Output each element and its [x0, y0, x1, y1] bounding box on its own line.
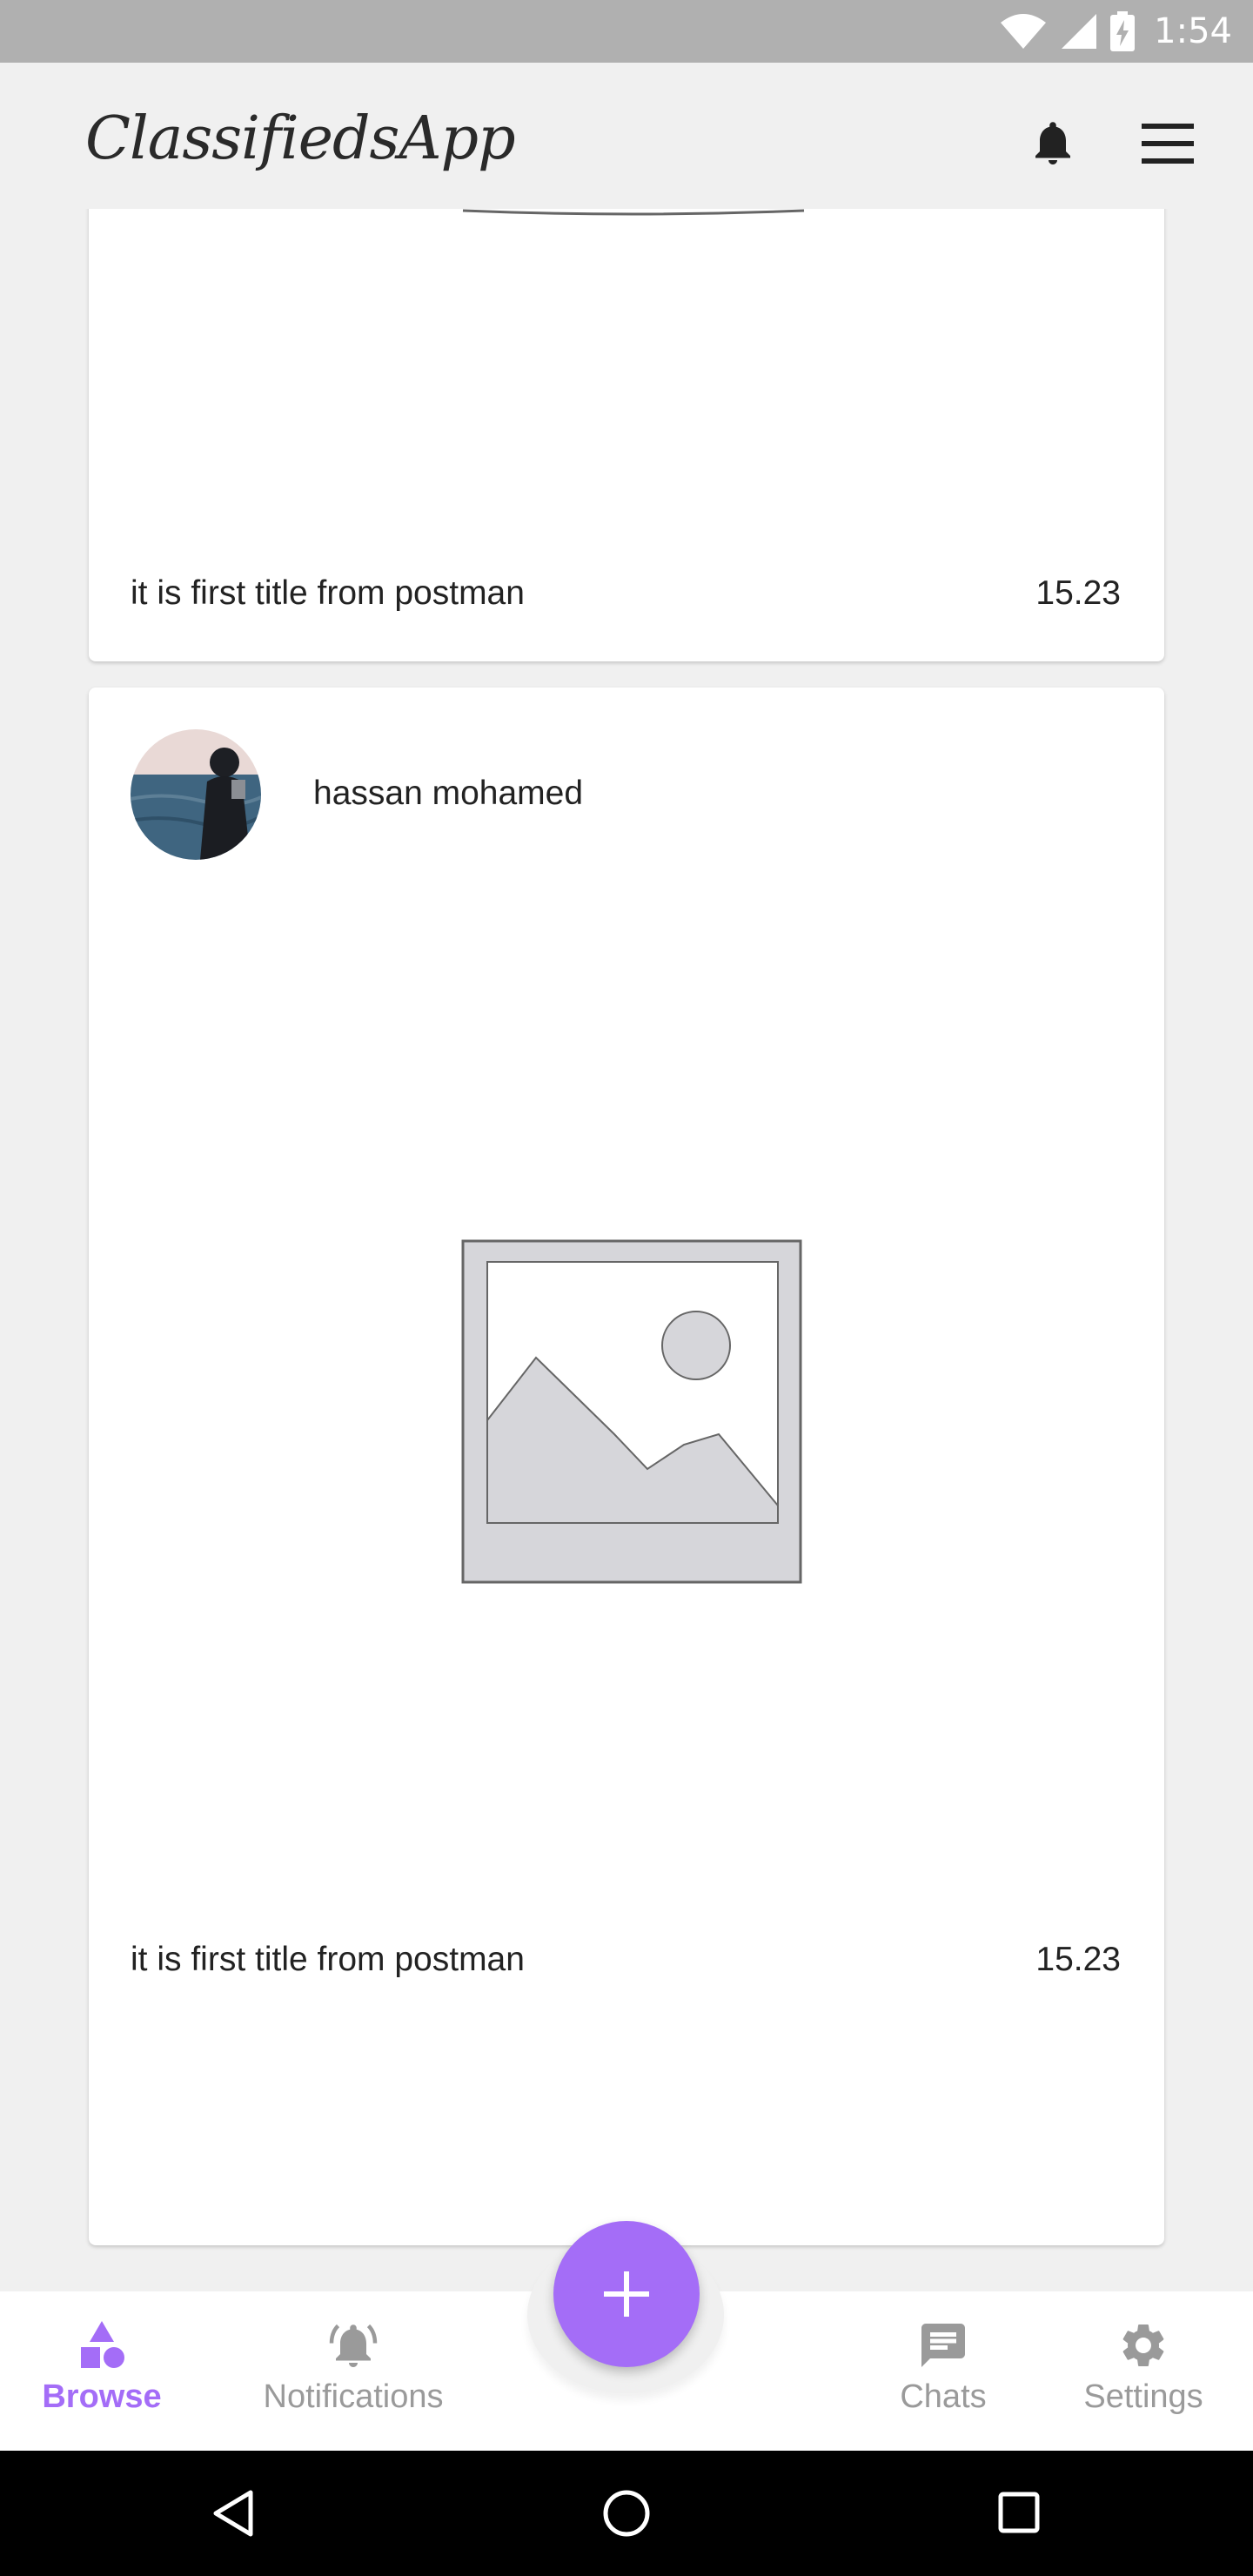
home-icon[interactable]	[602, 2489, 651, 2538]
app-logo: ClassifiedsApp	[85, 104, 516, 173]
ad-price: 15.23	[1035, 574, 1121, 612]
avatar-image	[131, 729, 261, 860]
nav-chats[interactable]: Chats	[884, 2319, 1002, 2416]
ad-footer: it is first title from postman 15.23	[131, 574, 1121, 613]
signal-icon	[1062, 14, 1097, 49]
nav-label: Notifications	[263, 2378, 444, 2415]
gear-icon	[1122, 2324, 1164, 2366]
status-bar: 1:54	[0, 0, 1253, 63]
bell-ring-icon	[329, 2324, 378, 2367]
battery-charging-icon	[1110, 11, 1136, 51]
ads-feed[interactable]: it is first title from postman 15.23 has…	[0, 209, 1253, 2291]
nav-label: Chats	[900, 2378, 987, 2415]
browse-icon	[81, 2321, 124, 2368]
avatar[interactable]	[131, 729, 261, 860]
back-icon[interactable]	[211, 2489, 256, 2538]
ad-title: it is first title from postman	[131, 1941, 525, 1978]
image-placeholder-icon	[461, 1239, 802, 1584]
ad-price: 15.23	[1035, 1941, 1121, 1978]
nav-browse[interactable]: Browse	[35, 2319, 169, 2416]
ad-footer: it is first title from postman 15.23	[131, 1941, 1121, 1979]
bell-icon[interactable]	[1027, 117, 1079, 169]
nav-settings[interactable]: Settings	[1074, 2319, 1213, 2416]
nav-label: Browse	[42, 2378, 162, 2415]
hamburger-menu-icon[interactable]	[1142, 124, 1194, 164]
recents-icon[interactable]	[997, 2491, 1041, 2534]
plus-icon	[604, 2271, 649, 2317]
owner-name: hassan mohamed	[313, 775, 584, 812]
ad-card[interactable]: hassan mohamed it is first title from po…	[89, 688, 1164, 2245]
ad-title: it is first title from postman	[131, 574, 525, 612]
system-navigation-bar	[0, 2451, 1253, 2576]
add-ad-button[interactable]	[553, 2221, 700, 2367]
nav-label: Settings	[1083, 2378, 1203, 2415]
image-placeholder-icon	[462, 209, 805, 216]
status-time: 1:54	[1154, 11, 1232, 51]
nav-notifications[interactable]: Notifications	[244, 2319, 463, 2416]
status-icons: 1:54	[999, 0, 1232, 63]
ad-card[interactable]: it is first title from postman 15.23	[89, 209, 1164, 661]
wifi-icon	[1001, 14, 1047, 49]
app-bar: ClassifiedsApp	[0, 63, 1253, 209]
chat-icon	[921, 2324, 965, 2367]
